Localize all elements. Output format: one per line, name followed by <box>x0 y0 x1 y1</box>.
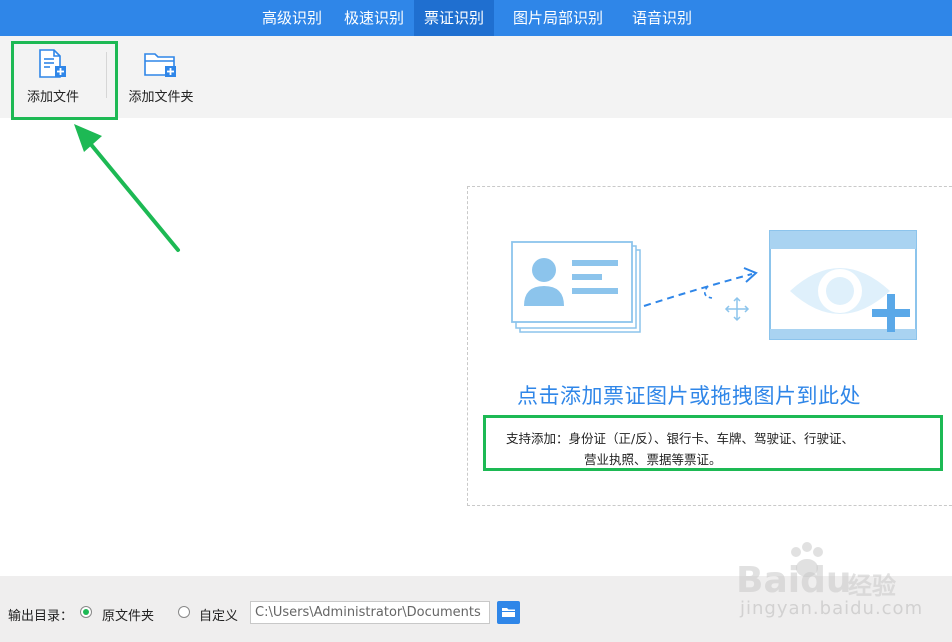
browse-folder-button[interactable] <box>497 601 520 624</box>
toolbar: 添加文件 添加文件夹 <box>0 36 952 118</box>
toolbar-divider <box>106 52 107 98</box>
radio-custom-folder-label[interactable]: 自定义 <box>199 605 238 624</box>
radio-original-folder[interactable] <box>80 606 92 618</box>
tab-ticket-ocr[interactable]: 票证识别 <box>414 0 494 36</box>
tab-advanced-ocr[interactable]: 高级识别 <box>250 0 334 36</box>
add-folder-button[interactable]: 添加文件夹 <box>122 36 200 118</box>
watermark-brand-cn: 经验 <box>848 572 896 600</box>
add-file-icon <box>37 48 69 84</box>
supported-types-hint-line2: 营业执照、票据等票证。 <box>584 452 722 467</box>
output-directory-label: 输出目录： <box>8 609 74 624</box>
supported-types-hint-line1: 支持添加：身份证（正/反）、银行卡、车牌、驾驶证、行驶证、 <box>506 431 854 446</box>
add-file-button[interactable]: 添加文件 <box>14 36 92 118</box>
add-folder-label: 添加文件夹 <box>128 90 194 105</box>
watermark-brand: Baidu <box>736 560 852 601</box>
tab-partial-image-ocr[interactable]: 图片局部识别 <box>500 0 616 36</box>
add-file-label: 添加文件 <box>26 90 79 105</box>
radio-custom-folder[interactable] <box>178 606 190 618</box>
dropzone-title: 点击添加票证图片或拖拽图片到此处 <box>517 384 861 408</box>
tab-voice-recognition[interactable]: 语音识别 <box>620 0 704 36</box>
watermark-url: jingyan.baidu.com <box>740 598 924 619</box>
radio-original-folder-label[interactable]: 原文件夹 <box>102 605 154 624</box>
eye-icon <box>769 230 917 340</box>
move-icon <box>724 296 750 322</box>
add-folder-icon <box>143 48 179 84</box>
annotation-arrow <box>74 124 180 252</box>
folder-icon <box>502 608 515 617</box>
top-nav: 高级识别 极速识别 票证识别 图片局部识别 语音识别 <box>0 0 952 36</box>
id-card-icon <box>511 241 641 333</box>
output-path-input[interactable] <box>250 601 490 624</box>
tab-fast-ocr[interactable]: 极速识别 <box>334 0 414 36</box>
